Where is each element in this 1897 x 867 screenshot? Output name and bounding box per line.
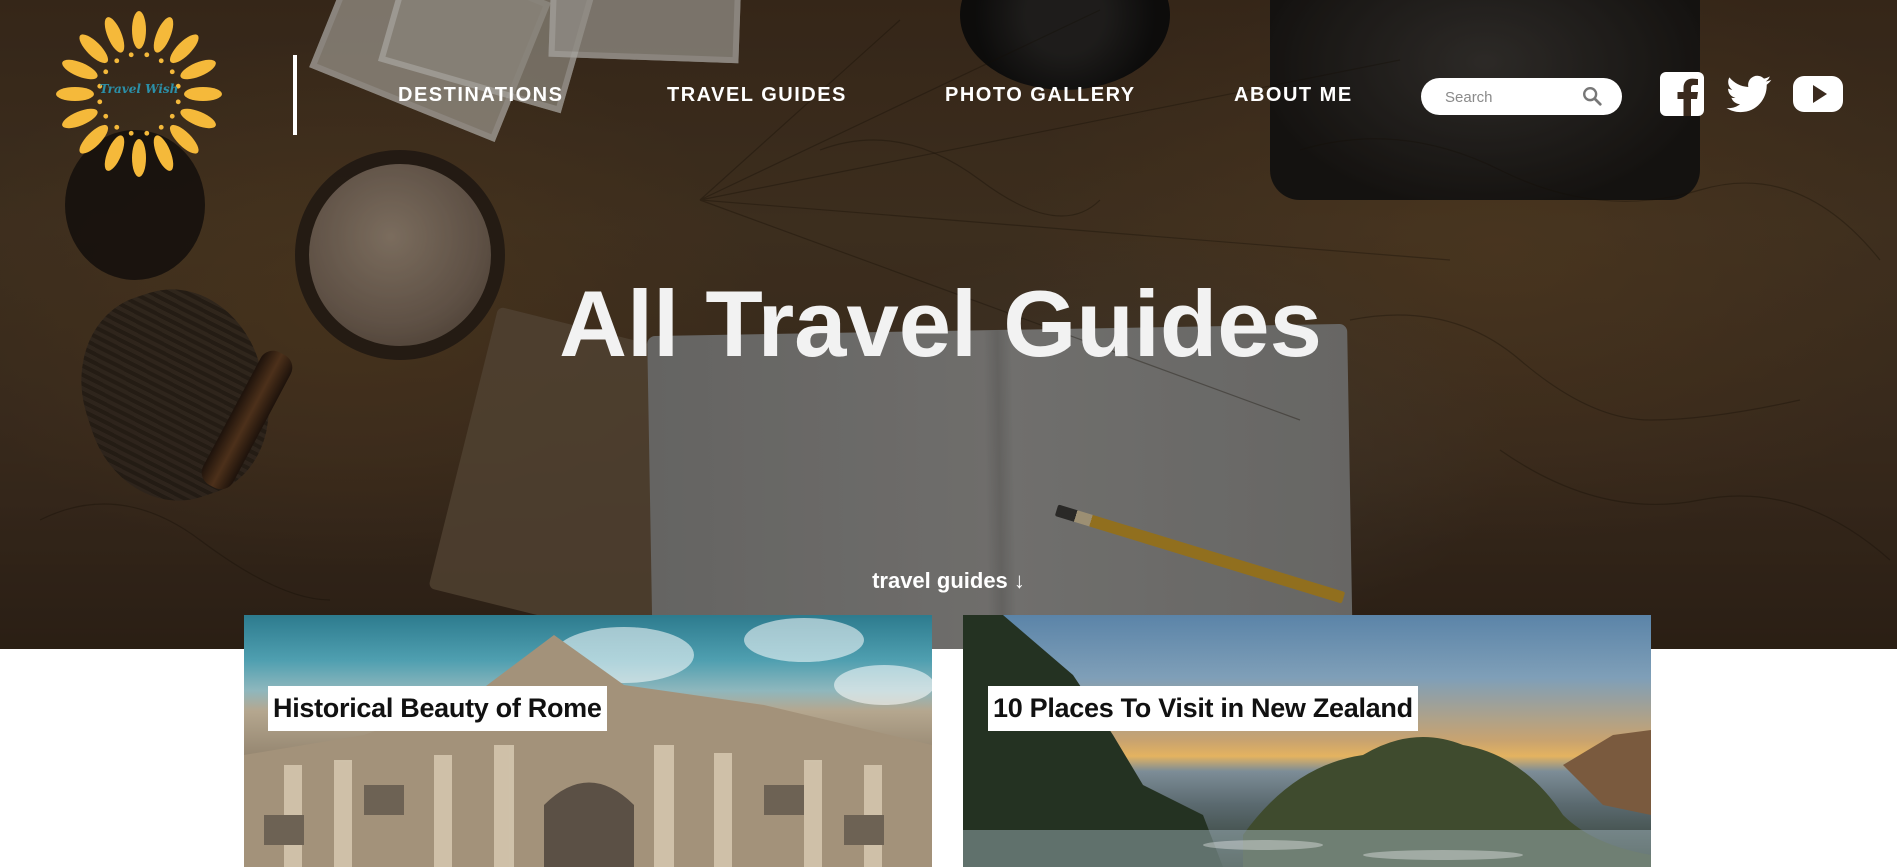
sun-petal [62, 59, 98, 80]
facebook-icon[interactable] [1658, 70, 1706, 118]
guide-title[interactable]: 10 Places To Visit in New Zealand [988, 686, 1418, 731]
sun-dot [128, 130, 134, 136]
sun-petal [104, 135, 125, 171]
sun-petal [132, 11, 146, 49]
sun-dot [103, 113, 109, 119]
scroll-to-guides-link[interactable]: travel guides ↓ [0, 568, 1897, 594]
sun-dot [169, 113, 175, 119]
sun-dot [103, 69, 109, 75]
sun-dot [169, 69, 175, 75]
twitter-icon[interactable] [1725, 70, 1773, 118]
sun-petal [169, 34, 199, 64]
sun-dot [158, 124, 164, 130]
sun-petal [153, 17, 174, 53]
guide-title[interactable]: Historical Beauty of Rome [268, 686, 607, 731]
sun-petal [180, 59, 216, 80]
site-logo[interactable]: Travel Wish [54, 10, 224, 178]
sun-petal [62, 108, 98, 129]
search-icon[interactable] [1581, 85, 1603, 107]
logo-text: Travel Wish [99, 82, 179, 96]
sun-petal [180, 108, 216, 129]
nav-travel-guides[interactable]: TRAVEL GUIDES [667, 84, 847, 107]
header-divider [293, 55, 297, 135]
sun-petal [79, 34, 109, 64]
sun-petal [132, 139, 146, 177]
sun-dot [158, 58, 164, 64]
sun-dot [175, 99, 181, 105]
hero-banner: Travel Wish DESTINATIONS TRAVEL GUIDES P… [0, 0, 1897, 649]
rome-fountain-image [244, 618, 932, 867]
nav-about-me[interactable]: ABOUT ME [1234, 84, 1353, 107]
page-title: All Travel Guides [559, 271, 1322, 376]
nav-destinations[interactable]: DESTINATIONS [398, 84, 563, 107]
sun-petal [153, 135, 174, 171]
search-box [1421, 78, 1622, 115]
guide-card-rome[interactable]: Historical Beauty of Rome [244, 615, 932, 867]
sun-petal [79, 124, 109, 154]
new-zealand-coast-image [963, 615, 1651, 867]
search-input[interactable] [1445, 86, 1585, 108]
sun-petal [104, 17, 125, 53]
sun-petal [169, 124, 199, 154]
guide-card-new-zealand[interactable]: 10 Places To Visit in New Zealand [963, 615, 1651, 867]
sun-dot [128, 52, 134, 58]
sun-dot [114, 124, 120, 130]
sun-dot [144, 52, 150, 58]
sun-dot [114, 58, 120, 64]
sun-dot [144, 130, 150, 136]
sun-dot [97, 99, 103, 105]
youtube-icon[interactable] [1792, 70, 1844, 118]
nav-photo-gallery[interactable]: PHOTO GALLERY [945, 84, 1136, 107]
